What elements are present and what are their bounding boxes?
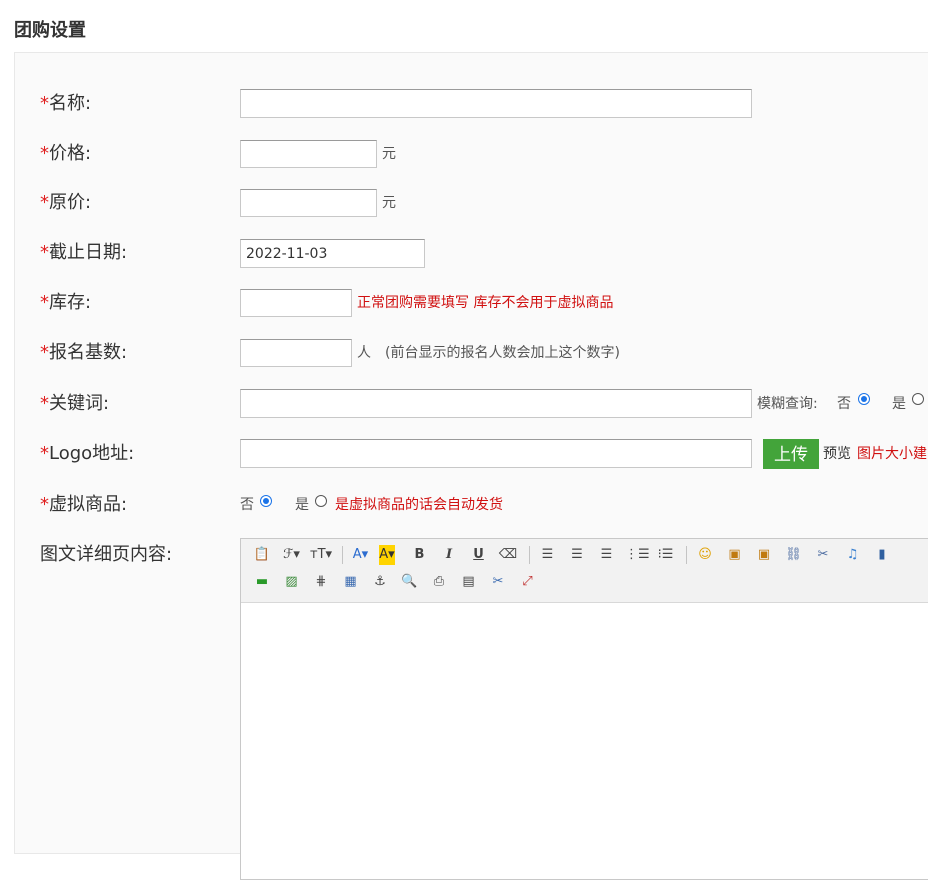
ordered-list-icon[interactable]: ⋮☰ [625,545,650,565]
name-input[interactable] [240,89,752,118]
fuzzy-yes-label: 是 [892,396,906,412]
align-left-icon[interactable]: ☰ [537,545,559,565]
paste-icon[interactable]: 📋 [251,545,273,565]
row-keywords: *关键词: 模糊查询: 否 是 [15,389,928,419]
stock-hint: 正常团购需要填写 库存不会用于虚拟商品 [357,295,614,311]
eraser-icon[interactable]: ⌫ [497,545,519,565]
original-price-label: *原价: [40,192,92,213]
virtual-hint: 是虚拟商品的话会自动发货 [335,497,503,513]
price-unit: 元 [382,146,396,162]
align-right-icon[interactable]: ☰ [596,545,618,565]
table-icon[interactable]: ▦ [340,572,362,592]
fuzzy-no-radio[interactable] [858,393,870,405]
music-icon[interactable]: ♫ [842,545,864,565]
virtual-label: *虚拟商品: [40,494,128,515]
row-logo: *Logo地址: 上传 预览 图片大小建 [15,439,928,469]
row-virtual: *虚拟商品: 否 是 是虚拟商品的话会自动发货 [15,490,928,520]
cut-icon[interactable]: ✂ [487,572,509,592]
editor-toolbar: 📋 ℱ▾ тT▾ A▾ A▾ B I U ⌫ ☰ ☰ ☰ ⋮☰ ⁝☰ ☺ ▣ ▣ ⛓ ✂ ♫ ▮ ▬ ▨ ⋕ ▦ ⚓ 🔍 ⎙ ▤ ✂ ⤢ [241,539,928,603]
toolbar-separator [686,546,687,564]
preview-icon[interactable]: 🔍 [399,572,421,592]
highlight-icon[interactable]: A▾ [379,545,395,565]
deadline-input[interactable] [240,239,425,268]
virtual-no-radio[interactable] [260,495,272,507]
signup-base-unit: 人 [357,345,371,361]
virtual-yes-label: 是 [295,497,309,513]
unordered-list-icon[interactable]: ⁝☰ [655,545,677,565]
emoticon-icon[interactable]: ☺ [694,545,716,565]
toolbar-separator [528,546,530,564]
italic-icon[interactable]: I [438,545,460,565]
fuzzy-yes-radio[interactable] [912,393,924,405]
toolbar-separator [341,546,343,564]
settings-panel: *名称: *价格: 元 *原价: 元 *截止日期: *库存: 正常团购需要填写 … [14,52,928,880]
logo-input[interactable] [240,439,752,468]
anchor-icon[interactable]: ⚓ [369,572,391,592]
rich-text-editor: 📋 ℱ▾ тT▾ A▾ A▾ B I U ⌫ ☰ ☰ ☰ ⋮☰ ⁝☰ ☺ ▣ ▣ ⛓ ✂ ♫ ▮ ▬ ▨ ⋕ ▦ ⚓ 🔍 ⎙ ▤ ✂ ⤢ [240,538,928,880]
name-label: *名称: [40,93,92,114]
font-family-icon[interactable]: ℱ▾ [281,545,303,565]
deadline-label: *截止日期: [40,242,128,263]
hr-icon[interactable]: ▬ [251,572,273,592]
upload-button[interactable]: 上传 [763,439,819,469]
signup-base-hint: (前台显示的报名人数会加上这个数字) [385,345,620,361]
row-original-price: *原价: 元 [15,188,928,218]
stock-label: *库存: [40,292,92,313]
image-icon[interactable]: ▣ [724,545,746,565]
bold-icon[interactable]: B [409,545,431,565]
content-label: 图文详细页内容: [40,544,173,565]
price-input[interactable] [240,140,377,168]
row-name: *名称: [15,89,928,119]
signup-base-label: *报名基数: [40,342,128,363]
keywords-input[interactable] [240,389,752,418]
fuzzy-query-label: 模糊查询: [757,396,818,412]
link-icon[interactable]: ⛓ [783,545,805,565]
preview-link[interactable]: 预览 [823,439,851,469]
logo-label: *Logo地址: [40,443,135,464]
print-icon[interactable]: ⎙ [428,572,450,592]
video-icon[interactable]: ▮ [871,545,893,565]
stock-input[interactable] [240,289,352,317]
page-title: 团购设置 [14,20,86,41]
font-color-icon[interactable]: A▾ [350,545,372,565]
grid-icon[interactable]: ⋕ [310,572,332,592]
fuzzy-no-label: 否 [837,396,851,412]
template-icon[interactable]: ▤ [458,572,480,592]
virtual-no-label: 否 [240,497,254,513]
editor-content-area[interactable] [241,603,928,879]
price-label: *价格: [40,143,92,164]
picture-icon[interactable]: ▨ [281,572,303,592]
row-price: *价格: 元 [15,139,928,169]
row-stock: *库存: 正常团购需要填写 库存不会用于虚拟商品 [15,288,928,318]
virtual-yes-radio[interactable] [315,495,327,507]
unlink-icon[interactable]: ✂ [812,545,834,565]
underline-icon[interactable]: U [468,545,490,565]
keywords-label: *关键词: [40,393,110,414]
fullscreen-icon[interactable]: ⤢ [517,572,539,592]
signup-base-input[interactable] [240,339,352,367]
multi-image-icon[interactable]: ▣ [753,545,775,565]
align-center-icon[interactable]: ☰ [566,545,588,565]
font-size-icon[interactable]: тT▾ [310,545,332,565]
row-signup-base: *报名基数: 人 (前台显示的报名人数会加上这个数字) [15,338,928,368]
row-deadline: *截止日期: [15,238,928,268]
original-price-unit: 元 [382,195,396,211]
original-price-input[interactable] [240,189,377,217]
image-size-hint: 图片大小建 [857,446,927,462]
